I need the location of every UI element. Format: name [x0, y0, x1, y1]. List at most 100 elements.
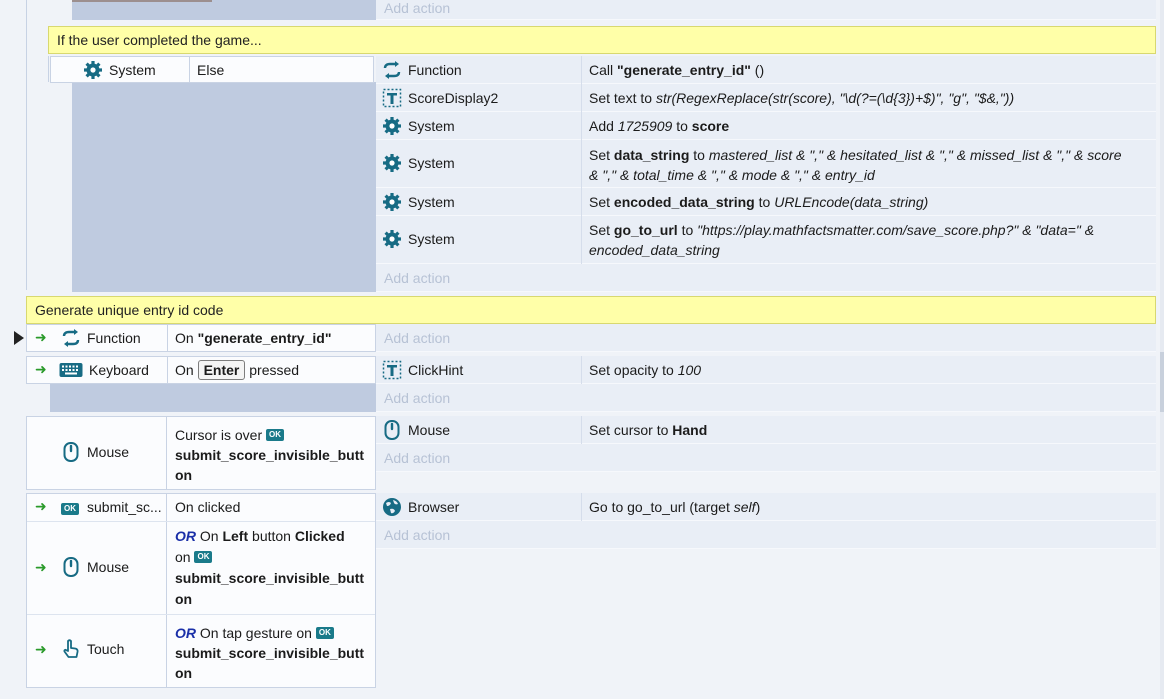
condition-text: On Enter pressed: [175, 360, 299, 380]
action-text-italic: str(RegexReplace(str(score), "\d(?=(\d{3…: [655, 90, 1015, 106]
action-object-system[interactable]: System: [382, 116, 455, 136]
mouse-over-add-action[interactable]: Add action: [376, 444, 1156, 472]
action-text-mid: to: [689, 147, 709, 163]
click-add-action[interactable]: Add action: [376, 521, 1156, 549]
action-object-clickhint[interactable]: ClickHint: [382, 360, 463, 380]
action-object-system[interactable]: System: [382, 192, 455, 212]
action-row-set-go-to-url[interactable]: System Set go_to_url to "https://play.ma…: [376, 216, 1156, 264]
sprite-ok-icon: OK: [194, 551, 213, 563]
trigger-arrow-icon: ➜: [35, 641, 47, 657]
condition-divider: [167, 357, 168, 383]
action-text-pre: Add: [589, 118, 618, 134]
condition-text-pre: On: [175, 330, 198, 346]
keyboard-add-action[interactable]: Add action: [376, 384, 1156, 412]
condition-object-function[interactable]: Function: [61, 328, 141, 348]
add-action-label: Add action: [384, 270, 451, 286]
action-divider: [581, 356, 582, 384]
condition-text-bold: Clicked: [294, 528, 345, 544]
action-object-system[interactable]: System: [382, 153, 455, 173]
mouse-icon: [63, 442, 79, 462]
else-add-action[interactable]: Add action: [376, 264, 1156, 292]
function-event-row[interactable]: ➜ Function On "generate_entry_id": [26, 324, 376, 352]
trigger-arrow-icon: ➜: [35, 559, 47, 575]
function-icon: [62, 329, 80, 347]
action-text: Set opacity to 100: [589, 362, 701, 378]
action-text-bold: "generate_entry_id": [617, 62, 751, 78]
action-row-set-encoded[interactable]: System Set encoded_data_string to URLEnc…: [376, 188, 1156, 216]
action-row-set-cursor[interactable]: Mouse Set cursor to Hand: [376, 416, 1156, 444]
comment-generate-entry-id[interactable]: Generate unique entry id code: [26, 296, 1156, 324]
add-action-label: Add action: [384, 527, 451, 543]
top-event-block: [72, 0, 376, 20]
action-object-function[interactable]: Function: [382, 60, 462, 80]
mouse-over-event-row[interactable]: Mouse Cursor is over OK submit_score_invi…: [26, 416, 376, 490]
action-text: Set go_to_url to "https://play.mathfacts…: [589, 220, 1094, 260]
collapse-triangle-icon[interactable]: [14, 331, 24, 345]
action-divider: [581, 140, 582, 188]
action-row-set-data-string[interactable]: System Set data_string to mastered_list …: [376, 140, 1156, 188]
action-object-system[interactable]: System: [382, 229, 455, 249]
action-row-go-to-url[interactable]: Browser Go to go_to_url (target self): [376, 493, 1156, 521]
function-add-action[interactable]: Add action: [376, 324, 1156, 352]
action-object-label: Mouse: [408, 422, 451, 438]
condition-divider: [167, 325, 168, 351]
vertical-scrollbar[interactable]: [1160, 0, 1164, 699]
condition-text: OR On tap gesture on OK submit_score_invi…: [175, 623, 364, 683]
condition-object-label: submit_sc...: [87, 499, 162, 515]
action-object-scoredisplay2[interactable]: ScoreDisplay2: [382, 88, 498, 108]
action-object-mouse[interactable]: Mouse: [382, 420, 450, 440]
condition-object-touch[interactable]: Touch: [61, 639, 124, 659]
click-event-conditions[interactable]: ➜ OK submit_sc... On clicked ➜ Mouse OR …: [26, 493, 376, 688]
condition-row-mouse-click[interactable]: ➜ Mouse OR On Left button Clicked on OK su…: [27, 522, 375, 614]
trigger-arrow-icon: ➜: [35, 498, 47, 514]
action-text-italic: encoded_data_string: [589, 242, 720, 258]
trigger-arrow-icon: ➜: [35, 329, 47, 345]
condition-text: On clicked: [175, 499, 241, 515]
action-divider: [581, 188, 582, 216]
condition-object-mouse[interactable]: Mouse: [61, 557, 129, 577]
scrollbar-thumb[interactable]: [1160, 352, 1164, 412]
condition-row-touch-tap[interactable]: ➜ Touch OR On tap gesture on OK submit_sc…: [27, 615, 375, 687]
action-text: Go to go_to_url (target self): [589, 499, 760, 515]
or-label: OR: [175, 528, 196, 544]
action-object-label: ScoreDisplay2: [408, 90, 499, 106]
action-text-mid: to: [754, 194, 775, 210]
condition-row-on-clicked[interactable]: ➜ OK submit_sc... On clicked: [27, 494, 375, 521]
else-condition-row[interactable]: System Else: [50, 56, 374, 83]
mouse-icon: [384, 420, 400, 440]
action-object-label: System: [408, 155, 455, 171]
action-text-post: (): [750, 62, 765, 78]
action-text-pre: Set opacity to: [589, 362, 678, 378]
condition-text-bold: submit_score_invisible_butt: [175, 645, 365, 661]
top-add-action[interactable]: Add action: [376, 0, 1156, 20]
condition-object-label: Mouse: [87, 559, 130, 575]
enter-keycap: Enter: [197, 360, 246, 380]
action-object-label: System: [408, 231, 455, 247]
action-text-pre: Go to go_to_url (target: [589, 499, 734, 515]
condition-text-bold: submit_score_invisible_butt: [175, 570, 365, 586]
mouse-icon: [63, 557, 79, 577]
action-text-italic: self: [733, 499, 756, 515]
action-object-label: ClickHint: [408, 362, 464, 378]
condition-text-pre: On: [175, 362, 198, 378]
keyboard-event-row[interactable]: ➜ Keyboard On Enter pressed: [26, 356, 376, 384]
action-divider: [581, 216, 582, 264]
action-row-set-text[interactable]: ScoreDisplay2 Set text to str(RegexRepla…: [376, 84, 1156, 112]
condition-object-system[interactable]: System: [83, 60, 156, 80]
else-event-block: [72, 82, 376, 292]
action-row-call-function[interactable]: Function Call "generate_entry_id" (): [376, 56, 1156, 84]
condition-object-keyboard[interactable]: Keyboard: [59, 360, 149, 380]
action-divider: [581, 493, 582, 521]
or-label: OR: [175, 625, 196, 641]
system-gear-icon: [383, 230, 401, 248]
action-row-add-score[interactable]: System Add 1725909 to score: [376, 112, 1156, 140]
condition-object-mouse[interactable]: Mouse: [61, 442, 129, 462]
system-gear-icon: [383, 193, 401, 211]
action-object-label: Browser: [408, 499, 460, 515]
action-text-mid: to: [677, 222, 698, 238]
action-object-browser[interactable]: Browser: [382, 497, 459, 517]
add-action-label: Add action: [384, 0, 451, 16]
comment-completed-game[interactable]: If the user completed the game...: [48, 26, 1156, 54]
condition-text-pre: On tap gesture on: [196, 625, 316, 641]
action-row-set-opacity[interactable]: ClickHint Set opacity to 100: [376, 356, 1156, 384]
